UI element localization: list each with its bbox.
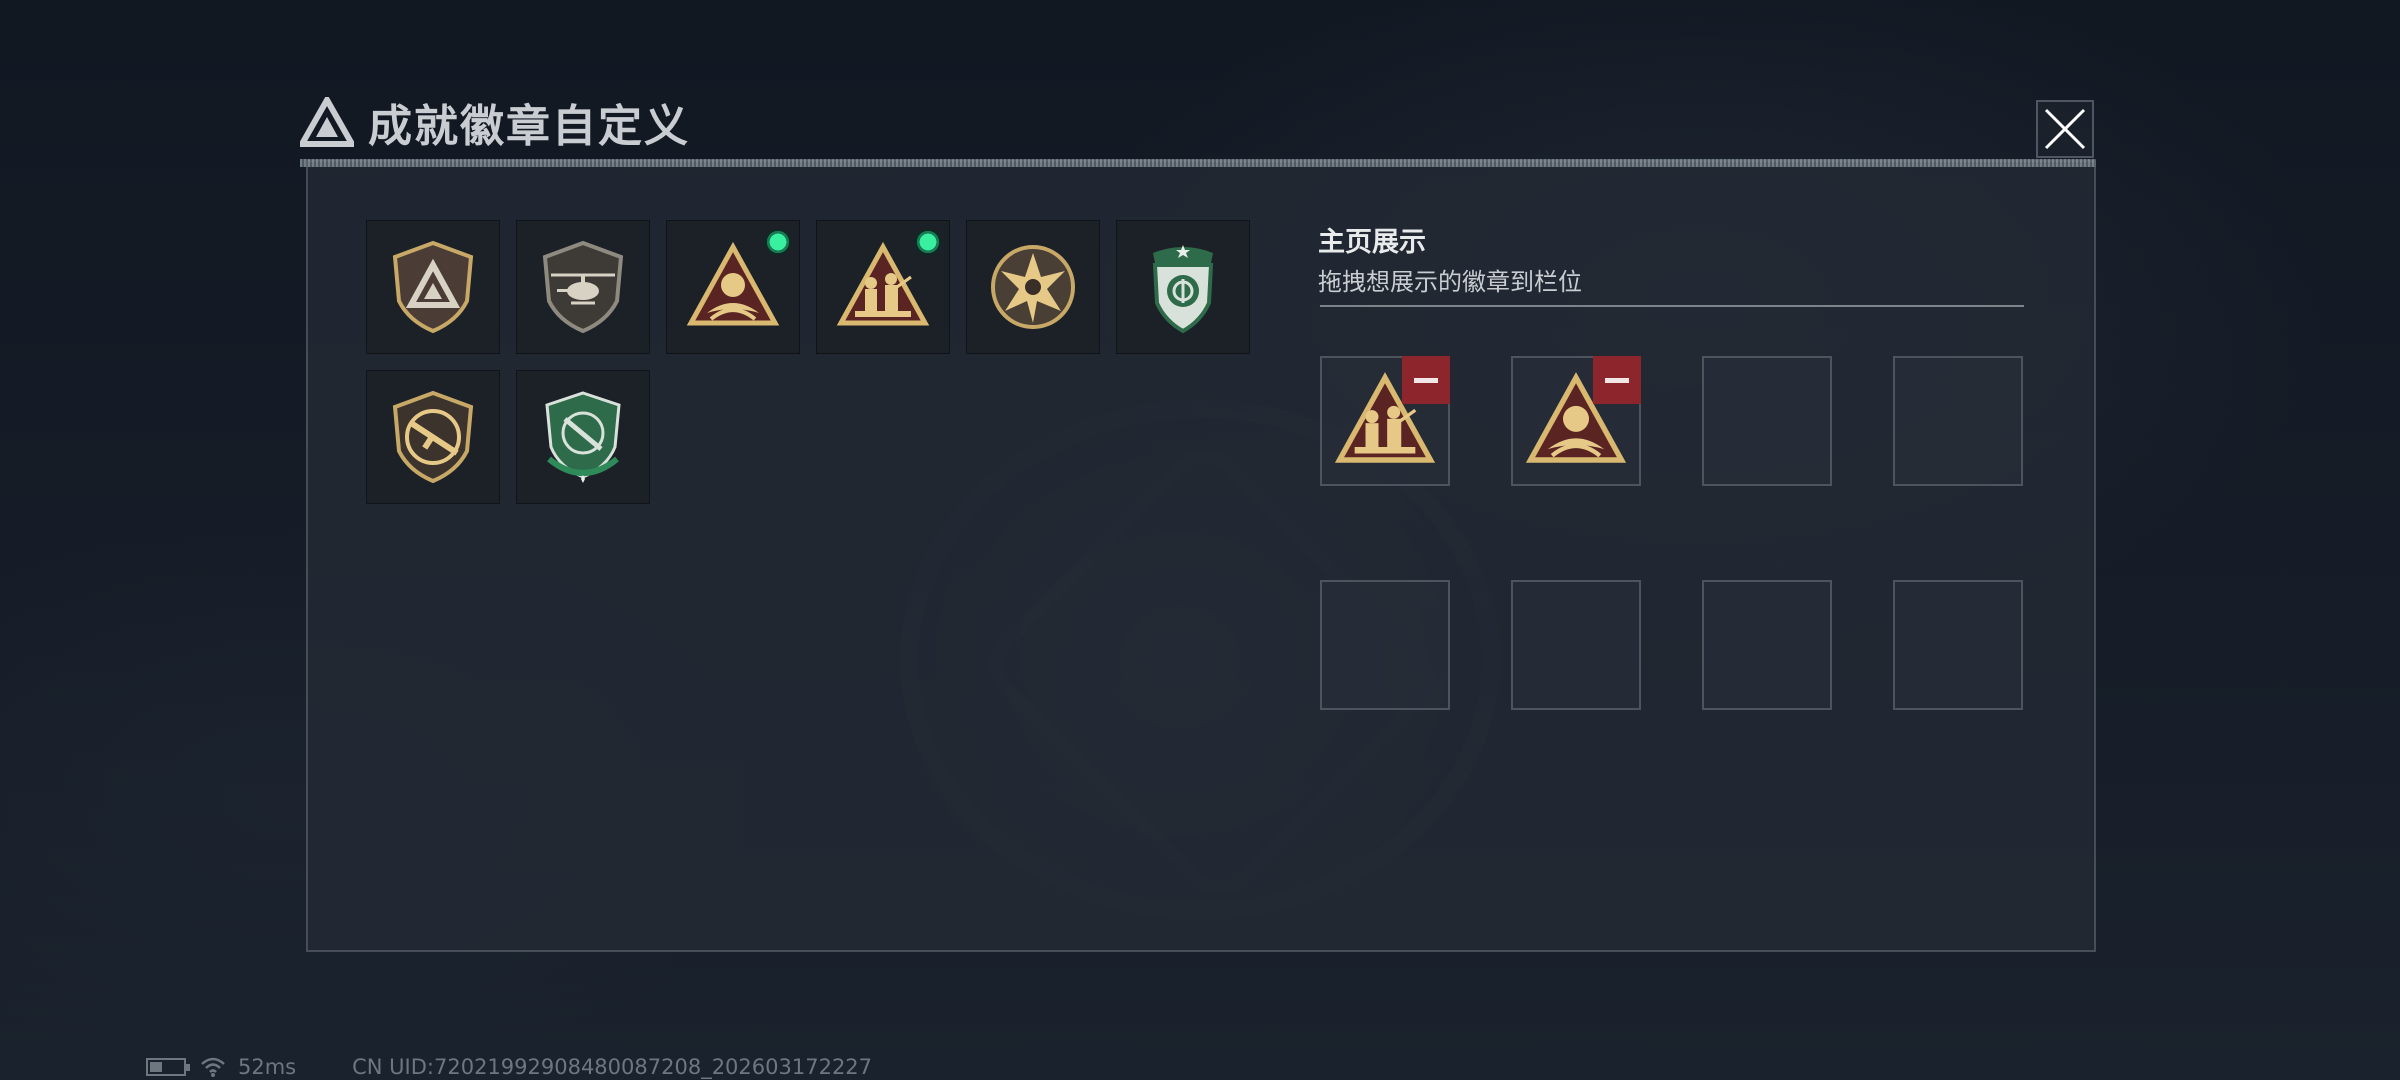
badge-item-star-skull[interactable] (966, 220, 1100, 354)
close-icon (2044, 108, 2086, 150)
badge-item-green-knife[interactable] (516, 370, 650, 504)
triangle-shield-badge-icon (392, 240, 474, 334)
eagle-triangle-badge-icon (686, 241, 780, 326)
remove-badge-button[interactable] (1402, 356, 1450, 404)
badge-item-helicopter[interactable] (516, 220, 650, 354)
helicopter-shield-badge-icon (542, 240, 624, 334)
showcase-slot-8[interactable] (1893, 580, 2023, 710)
badge-item-triangle-shield[interactable] (366, 220, 500, 354)
green-shield-badge-icon (1152, 245, 1214, 334)
status-bar: 52ms CN UID:7202199290848008720​8_202603… (146, 1054, 872, 1080)
page-title: 成就徽章自定义 (368, 101, 690, 152)
remove-badge-button[interactable] (1593, 356, 1641, 404)
badge-item-eagle-triangle[interactable] (666, 220, 800, 354)
minus-icon (1414, 377, 1438, 383)
showcase-slot-5[interactable] (1320, 580, 1450, 710)
badge-item-soldiers-triangle[interactable] (816, 220, 950, 354)
new-indicator (765, 229, 791, 255)
wifi-icon (201, 1057, 225, 1077)
divider (1320, 305, 2024, 307)
new-indicator (915, 229, 941, 255)
showcase-slot-1[interactable] (1320, 356, 1450, 486)
page-header: 成就徽章自定义 (300, 92, 690, 152)
battery-icon (146, 1058, 190, 1076)
showcase-slot-4[interactable] (1893, 356, 2023, 486)
green-knife-badge-icon (545, 391, 621, 483)
soldiers-triangle-badge-icon (836, 241, 930, 326)
close-button[interactable] (2036, 100, 2094, 158)
showcase-slot-6[interactable] (1511, 580, 1641, 710)
showcase-slot-2[interactable] (1511, 356, 1641, 486)
panel-top-border (300, 159, 2096, 167)
badge-item-green-shield[interactable] (1116, 220, 1250, 354)
user-uid: CN UID:7202199290848008720​8_20260317222… (352, 1055, 873, 1079)
triangle-logo-icon (300, 97, 354, 147)
showcase-slot-3[interactable] (1702, 356, 1832, 486)
badge-item-rifle-shield[interactable] (366, 370, 500, 504)
star-skull-badge-icon (991, 245, 1075, 329)
showcase-slot-7[interactable] (1702, 580, 1832, 710)
showcase-instructions: 拖拽想展示的徽章到栏位 (1318, 268, 1582, 296)
showcase-title: 主页展示 (1318, 227, 1426, 258)
minus-icon (1605, 377, 1629, 383)
rifle-shield-badge-icon (392, 390, 474, 484)
ping-value: 52ms (238, 1055, 297, 1079)
